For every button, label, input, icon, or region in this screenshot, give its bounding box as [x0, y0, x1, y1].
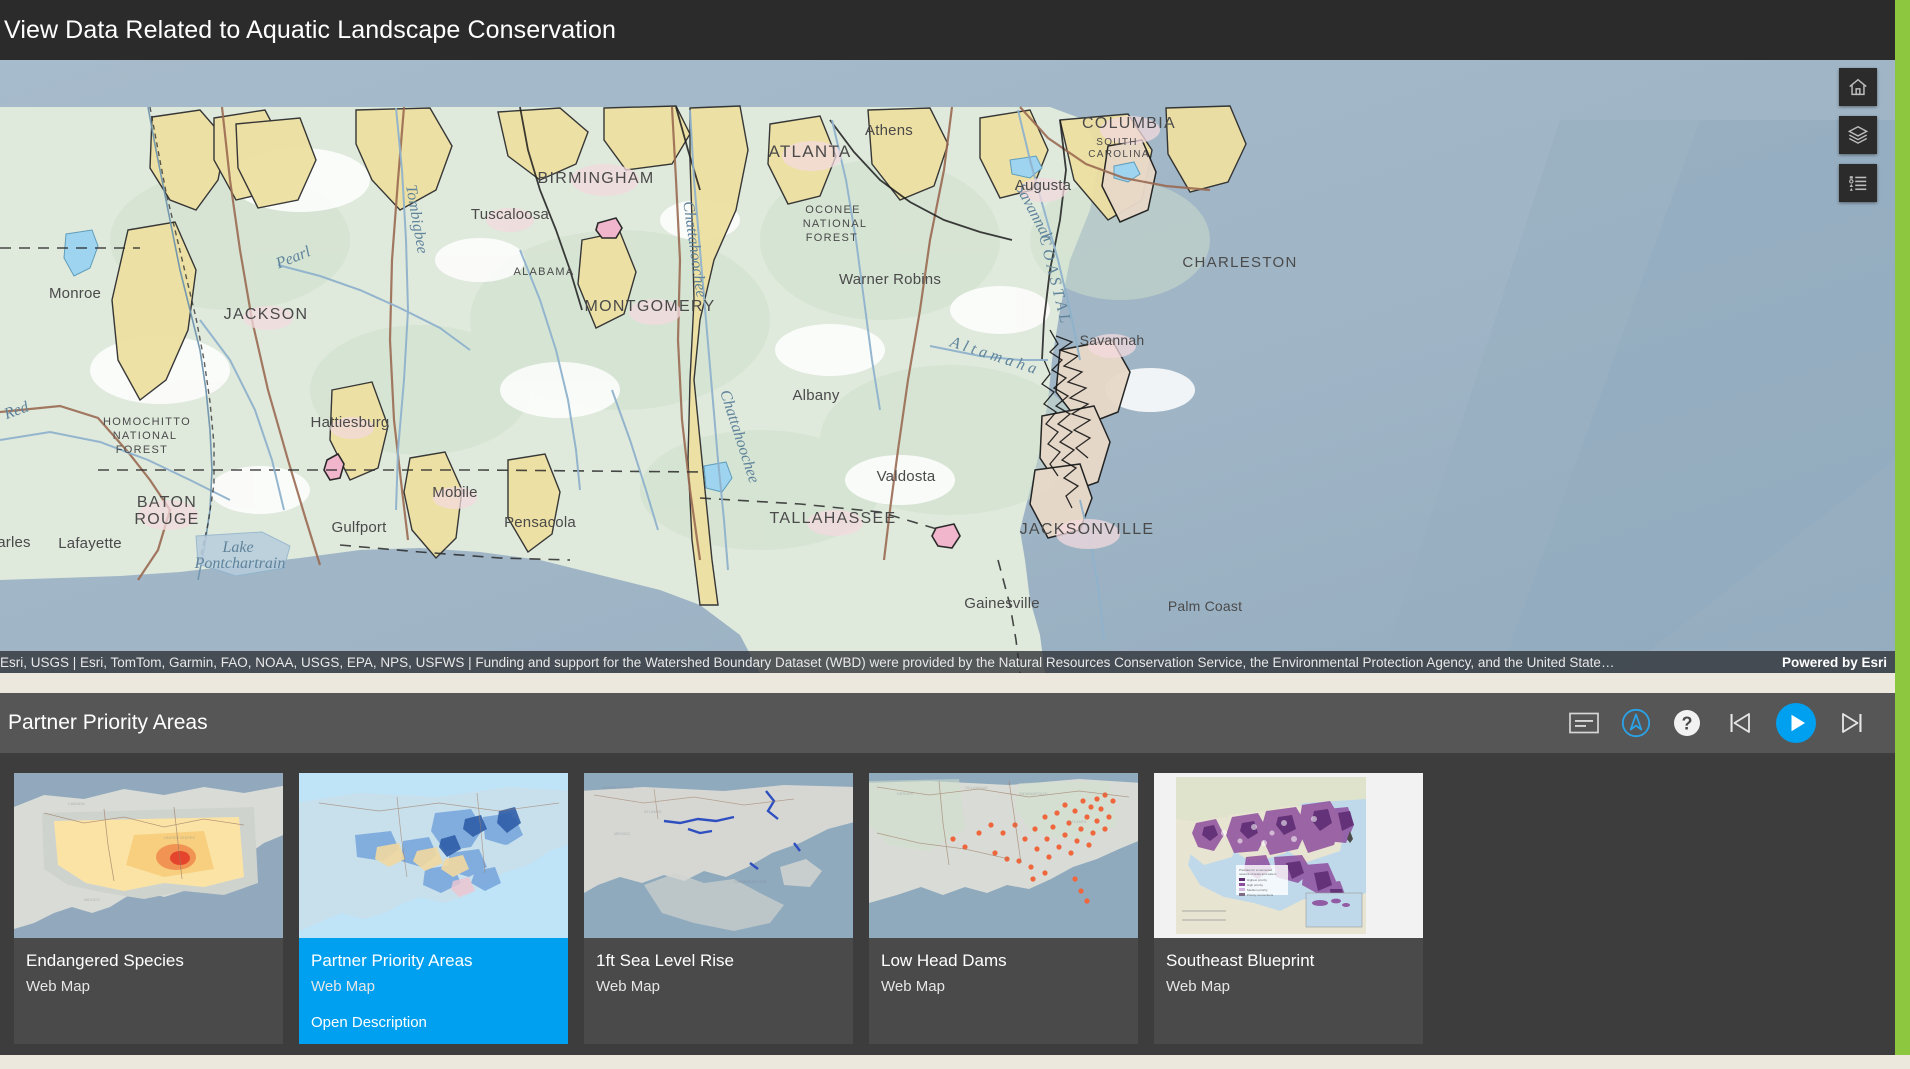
application-root: View Data Related to Aquatic Landscape C… — [0, 0, 1910, 1069]
help-button[interactable]: ? — [1673, 709, 1701, 737]
help-icon: ? — [1673, 709, 1701, 737]
layers-button[interactable] — [1839, 116, 1877, 154]
compass-icon — [1621, 708, 1651, 738]
map-card-type: Web Map — [26, 978, 271, 995]
map-card-body: 1ft Sea Level Rise Web Map — [584, 938, 853, 1044]
next-icon — [1839, 710, 1865, 736]
map-card[interactable]: CANADA UNITED STATES MEXICO Endangered Sp… — [14, 773, 283, 1044]
sea-level-rise-thumb[interactable]: UNITED STATES ATLANTA MEXICO CARIBBEAN SEA — [584, 773, 853, 938]
svg-text:High priority: High priority — [1247, 883, 1264, 887]
next-button[interactable] — [1839, 710, 1865, 736]
home-button[interactable] — [1839, 68, 1877, 106]
map-card-body: Partner Priority Areas Web Map Open Descri… — [299, 938, 568, 1044]
map-card-body: Southeast Blueprint Web Map — [1154, 938, 1423, 1044]
layers-icon — [1847, 124, 1869, 146]
svg-text:UNITED STATES: UNITED STATES — [164, 835, 195, 840]
map-card-title: Partner Priority Areas — [311, 950, 556, 971]
map-card-body: Endangered Species Web Map — [14, 938, 283, 1044]
map-graphic — [0, 60, 1895, 673]
previous-icon — [1727, 710, 1753, 736]
map-card-body: Low Head Dams Web Map — [869, 938, 1138, 1044]
map-card-type: Web Map — [596, 978, 841, 995]
svg-text:network of lands and waters: network of lands and waters — [1239, 872, 1277, 876]
svg-text:Medium priority: Medium priority — [1247, 888, 1268, 892]
svg-text:ATLANTA: ATLANTA — [1069, 819, 1087, 824]
right-accent-strip — [1895, 0, 1910, 1069]
play-button[interactable] — [1775, 702, 1817, 744]
map-card-title: Low Head Dams — [881, 950, 1126, 971]
svg-text:OKLAHOMA: OKLAHOMA — [965, 785, 988, 790]
low-head-dams-thumb[interactable]: DENVER OKLAHOMA INDIANAPOLIS ATLANTA — [869, 773, 1138, 938]
map-controls — [1839, 68, 1877, 202]
attribution-text: Esri, USGS | Esri, TomTom, Garmin, FAO, … — [0, 655, 1768, 670]
map-card-carousel[interactable]: CANADA UNITED STATES MEXICO Endangered Sp… — [0, 753, 1895, 1069]
svg-text:ATLANTA: ATLANTA — [644, 809, 662, 814]
map-card-type: Web Map — [1166, 978, 1411, 995]
open-description-link[interactable]: Open Description — [311, 1014, 556, 1031]
map-card-title: Endangered Species — [26, 950, 271, 971]
svg-text:MEXICO: MEXICO — [84, 897, 100, 902]
legend-toggle-button[interactable] — [1569, 711, 1599, 735]
legend-button[interactable] — [1839, 164, 1877, 202]
svg-text:UNITED STATES: UNITED STATES — [602, 785, 633, 790]
svg-text:?: ? — [1682, 713, 1693, 733]
map-attribution-bar: Esri, USGS | Esri, TomTom, Garmin, FAO, … — [0, 651, 1895, 673]
svg-text:CANADA: CANADA — [68, 801, 85, 806]
svg-text:DENVER: DENVER — [897, 791, 914, 796]
map-canvas[interactable]: TombigbeeChattahoocheeSavannahPearlRedA … — [0, 60, 1895, 673]
page-bottom-edge — [0, 1055, 1910, 1069]
compass-button[interactable] — [1621, 708, 1651, 738]
previous-button[interactable] — [1727, 710, 1753, 736]
legend-box-icon — [1569, 711, 1599, 735]
page-title: View Data Related to Aquatic Landscape C… — [0, 16, 616, 45]
map-card[interactable]: Priorities for a connected network of la… — [1154, 773, 1423, 1044]
panel-title: Partner Priority Areas — [0, 711, 208, 735]
endangered-species-thumb[interactable]: CANADA UNITED STATES MEXICO — [14, 773, 283, 938]
svg-text:Priority connections: Priority connections — [1247, 893, 1274, 897]
app-header: View Data Related to Aquatic Landscape C… — [0, 0, 1895, 60]
bottom-panel: Partner Priority Areas — [0, 693, 1895, 1069]
panel-header: Partner Priority Areas — [0, 693, 1895, 753]
map-card[interactable]: DENVER OKLAHOMA INDIANAPOLIS ATLANTA Low H… — [869, 773, 1138, 1044]
map-card-title: Southeast Blueprint — [1166, 950, 1411, 971]
map-card-type: Web Map — [881, 978, 1126, 995]
svg-text:MEXICO: MEXICO — [614, 831, 630, 836]
home-icon — [1847, 76, 1869, 98]
southeast-blueprint-thumb[interactable]: Priorities for a connected network of la… — [1154, 773, 1423, 938]
svg-text:CARIBBEAN SEA: CARIBBEAN SEA — [734, 879, 767, 884]
map-card-title: 1ft Sea Level Rise — [596, 950, 841, 971]
svg-text:Highest priority: Highest priority — [1247, 878, 1268, 882]
map-card[interactable]: Partner Priority Areas Web Map Open Descri… — [299, 773, 568, 1044]
map-card-type: Web Map — [311, 978, 556, 995]
svg-text:INDIANAPOLIS: INDIANAPOLIS — [1019, 791, 1047, 796]
panel-toolbar: ? — [1569, 693, 1895, 753]
legend-icon — [1847, 172, 1869, 194]
powered-by-esri: Powered by Esri — [1768, 655, 1887, 670]
play-icon — [1775, 702, 1817, 744]
map-card[interactable]: UNITED STATES ATLANTA MEXICO CARIBBEAN SEA… — [584, 773, 853, 1044]
partner-priority-areas-thumb[interactable] — [299, 773, 568, 938]
